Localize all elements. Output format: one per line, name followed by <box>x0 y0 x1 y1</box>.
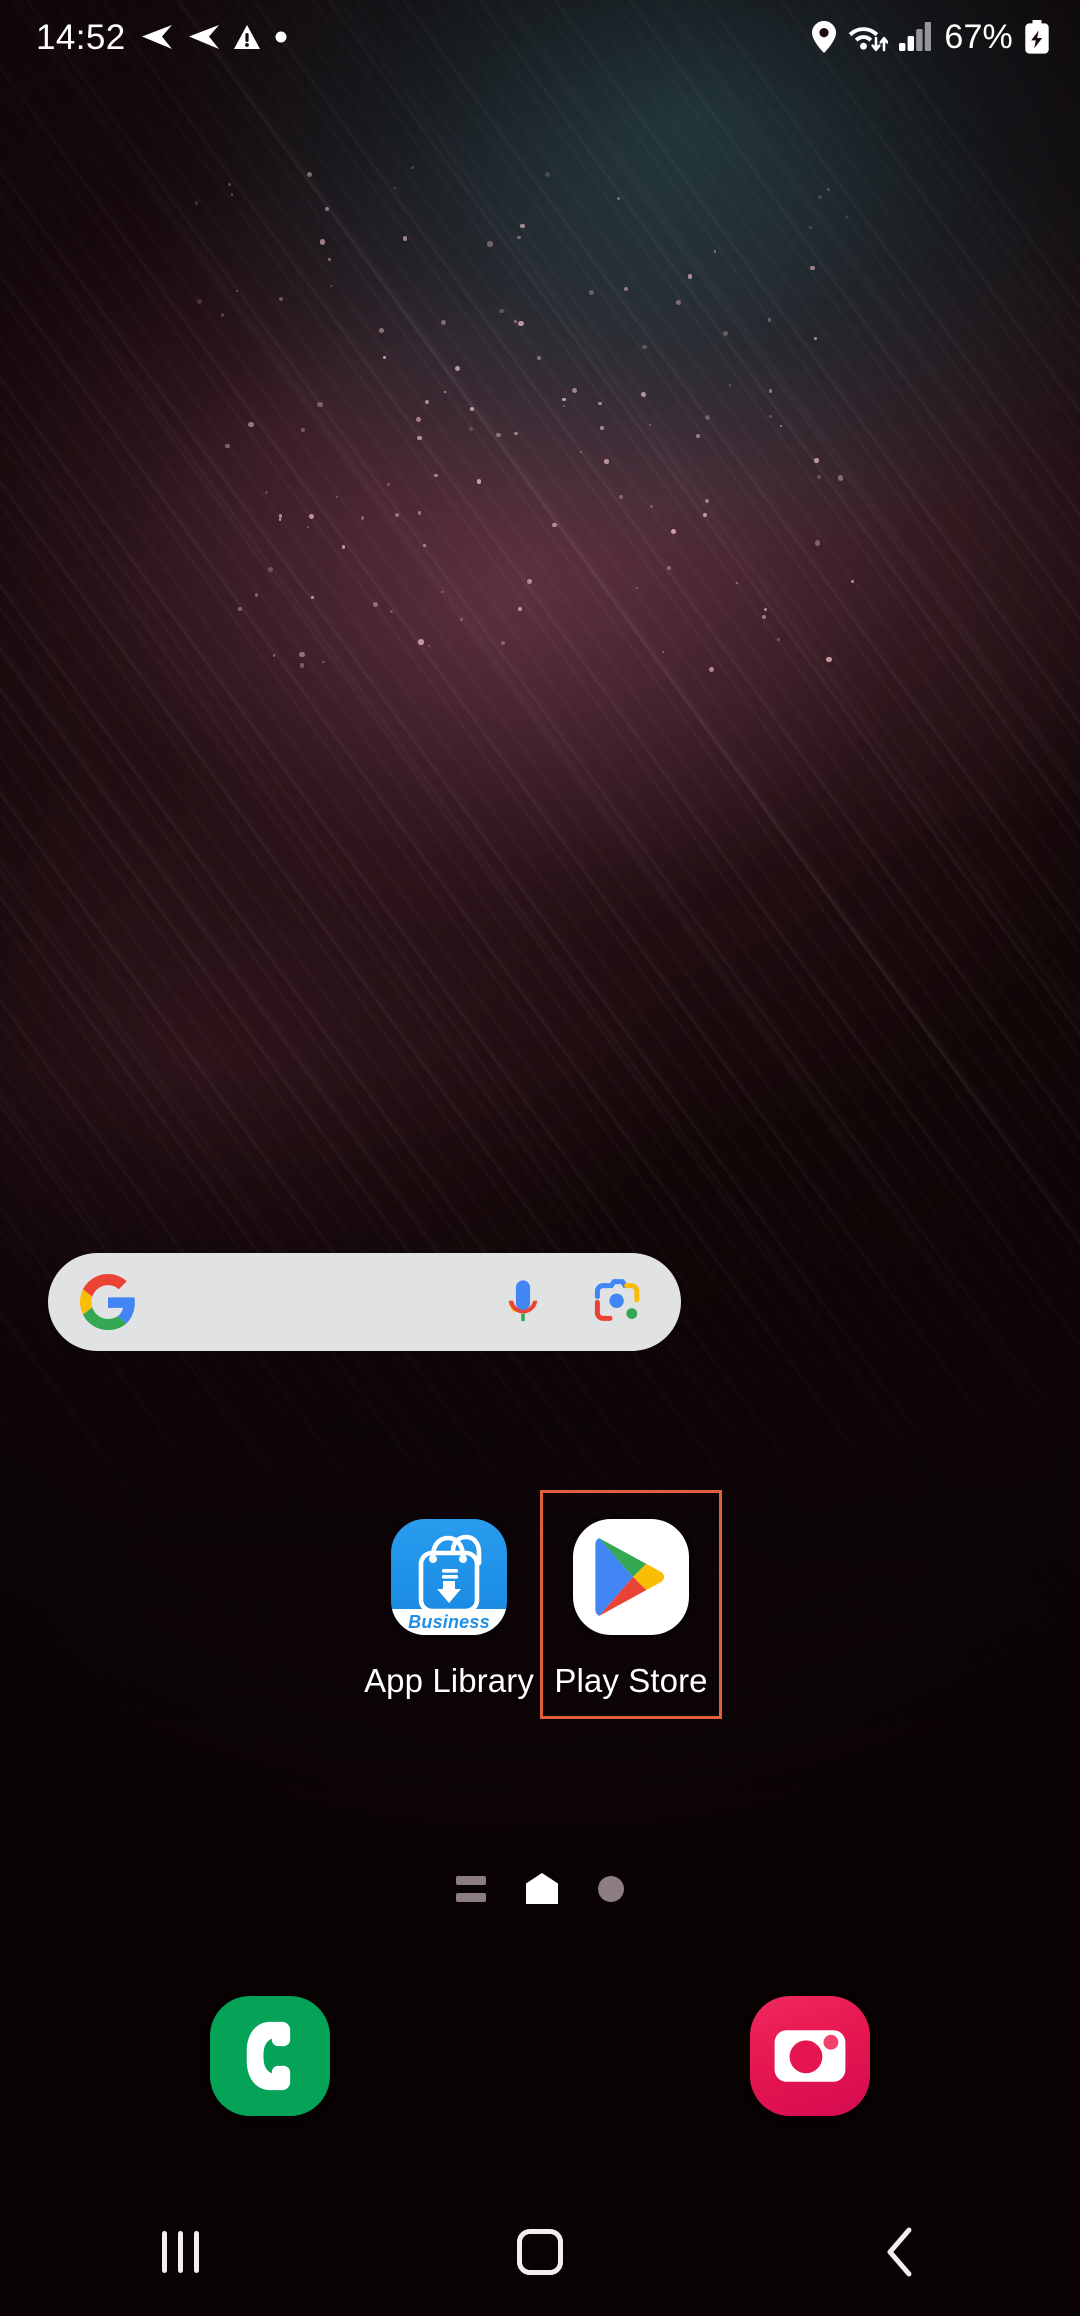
wifi-icon <box>849 27 889 52</box>
back-icon <box>887 2227 912 2277</box>
camera-icon <box>749 1995 871 2117</box>
navigation-bar <box>0 2188 1080 2316</box>
home-icon <box>517 2229 563 2275</box>
status-bar-left: 14:52 <box>36 20 288 55</box>
google-search-bar[interactable] <box>48 1253 681 1351</box>
telegram-arrow-icon <box>141 25 172 49</box>
warning-triangle-icon <box>233 24 260 49</box>
app-library-icon: Business <box>386 1514 512 1640</box>
page-dot-apps[interactable] <box>456 1876 486 1902</box>
search-input[interactable] <box>138 1253 493 1351</box>
google-g-logo <box>78 1272 138 1332</box>
app-label-play-store: Play Store <box>554 1662 708 1699</box>
location-pin-icon <box>812 21 837 53</box>
battery-charging-icon <box>1025 20 1049 54</box>
play-store-icon <box>568 1514 694 1640</box>
app-library-badge: Business <box>391 1609 507 1635</box>
recents-icon <box>161 2231 199 2273</box>
page-dot-home[interactable] <box>524 1872 560 1906</box>
page-dot-extra[interactable] <box>598 1876 624 1902</box>
dock-slot-phone[interactable] <box>0 1995 540 2117</box>
nav-recents-button[interactable] <box>0 2188 360 2316</box>
status-bar[interactable]: 14:52 67% <box>0 0 1080 74</box>
app-grid-row: Business App Library Play Store <box>0 1490 1080 1719</box>
telegram-arrow-icon-2 <box>188 25 219 49</box>
app-grid: Business App Library Play Store <box>0 1490 1080 1719</box>
notification-dot-icon <box>275 31 287 43</box>
google-lens-icon[interactable] <box>587 1272 647 1332</box>
status-clock: 14:52 <box>36 17 126 57</box>
nav-back-button[interactable] <box>720 2188 1080 2316</box>
dock <box>0 1966 1080 2146</box>
app-icon-play-store[interactable]: Play Store <box>540 1490 722 1719</box>
home-screen: 14:52 67% Business App Library Play Stor… <box>0 0 1080 2316</box>
page-indicator <box>0 1872 1080 1906</box>
app-icon-app-library[interactable]: Business App Library <box>358 1490 540 1719</box>
nav-home-button[interactable] <box>360 2188 720 2316</box>
microphone-icon[interactable] <box>493 1272 553 1332</box>
phone-icon <box>209 1995 331 2117</box>
status-bar-right: 67% <box>811 20 1050 54</box>
dock-slot-camera[interactable] <box>540 1995 1080 2117</box>
battery-percent-label: 67% <box>944 18 1013 56</box>
signal-bars-icon <box>899 22 932 51</box>
app-label-app-library: App Library <box>364 1662 534 1699</box>
